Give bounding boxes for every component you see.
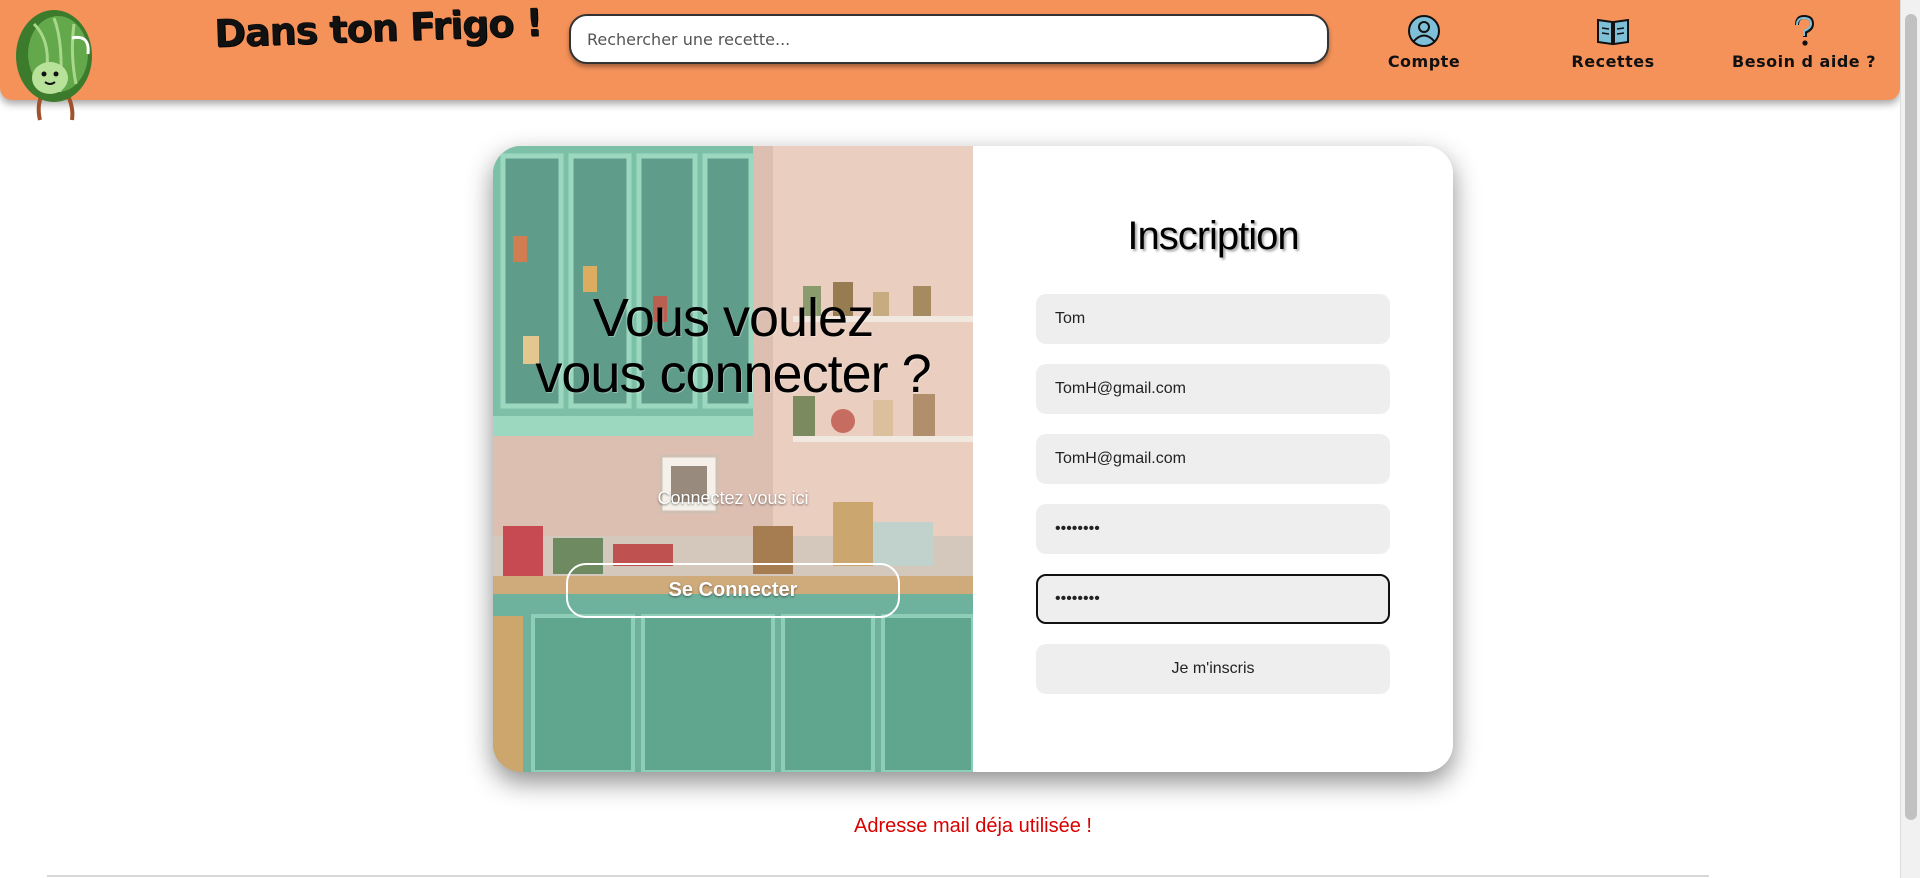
nav-label: Compte xyxy=(1387,52,1461,71)
nav-item-recettes[interactable]: Recettes xyxy=(1533,14,1693,84)
vertical-scrollbar[interactable] xyxy=(1900,0,1920,878)
je-minscris-button[interactable]: Je m'inscris xyxy=(1036,644,1390,694)
page: Dans ton Frigo ! Compte Recettes xyxy=(0,0,1920,878)
scrollbar-thumb[interactable] xyxy=(1905,14,1917,820)
site-title[interactable]: Dans ton Frigo ! xyxy=(213,0,542,55)
nav-item-aide[interactable]: Besoin d aide ? xyxy=(1724,14,1884,84)
email-confirm-field[interactable] xyxy=(1036,434,1390,484)
login-panel-subtitle: Connectez vous ici xyxy=(657,488,809,508)
footer-divider xyxy=(47,875,1709,877)
login-panel: Vous voulez vous connecter ? Connectez v… xyxy=(493,146,973,772)
error-message: Adresse mail déja utilisée ! xyxy=(854,815,1092,837)
question-mark-icon xyxy=(1795,14,1815,46)
book-icon xyxy=(1597,18,1629,46)
nav-label: Recettes xyxy=(1571,52,1655,71)
nav-label: Besoin d aide ? xyxy=(1732,52,1876,71)
login-panel-title: Vous voulez vous connecter ? xyxy=(535,288,931,404)
email-field[interactable] xyxy=(1036,364,1390,414)
password-confirm-field[interactable] xyxy=(1036,574,1390,624)
se-connecter-button[interactable]: Se Connecter xyxy=(566,563,900,618)
auth-card: Vous voulez vous connecter ? Connectez v… xyxy=(493,146,1453,772)
signup-form: Inscription Je m'inscris xyxy=(973,146,1453,772)
header: Dans ton Frigo ! Compte Recettes xyxy=(0,0,1900,121)
search-input[interactable] xyxy=(569,14,1329,64)
cabbage-logo-icon[interactable] xyxy=(14,4,100,122)
signup-title: Inscription xyxy=(1127,214,1299,258)
login-panel-content: Vous voulez vous connecter ? Connectez v… xyxy=(493,146,973,772)
nav-item-compte[interactable]: Compte xyxy=(1344,14,1504,84)
name-field[interactable] xyxy=(1036,294,1390,344)
user-circle-icon xyxy=(1408,15,1440,47)
password-field[interactable] xyxy=(1036,504,1390,554)
